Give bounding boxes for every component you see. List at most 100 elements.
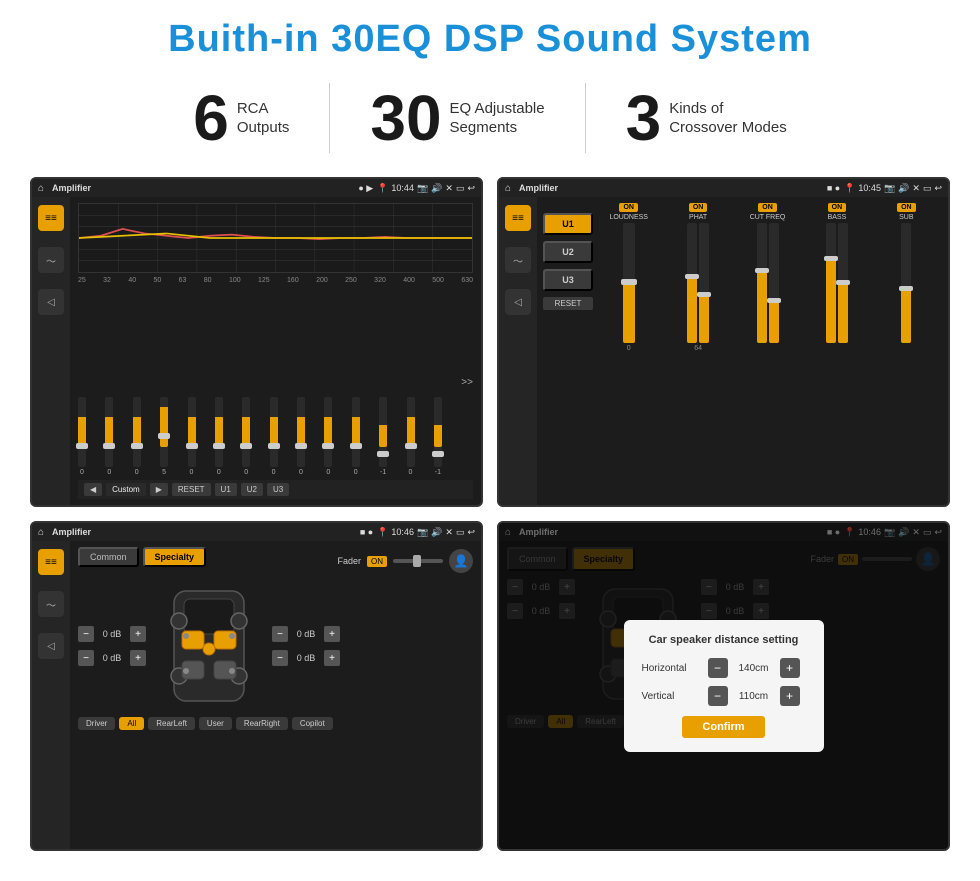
eq-icon-active[interactable]: ≡≡: [38, 205, 64, 231]
cutfreq-sliders: [757, 223, 779, 343]
loudness-label: LOUDNESS: [609, 214, 648, 221]
u3-btn[interactable]: U3: [543, 269, 593, 291]
crossover-channels: ON LOUDNESS 0 ON PH: [593, 203, 942, 499]
eq-slider-2[interactable]: 0: [105, 397, 113, 476]
u1-btn[interactable]: U1: [543, 213, 593, 235]
eq-u1-btn[interactable]: U1: [215, 483, 237, 496]
speaker-icon-wave[interactable]: 〜: [38, 591, 64, 617]
horizontal-plus-btn[interactable]: +: [780, 658, 800, 678]
sp-tab-specialty[interactable]: Specialty: [143, 547, 207, 567]
right-top-plus-btn[interactable]: +: [324, 626, 340, 642]
horizontal-minus-btn[interactable]: −: [708, 658, 728, 678]
crossover-status-icons: 📍 10:45 📷 🔊 ✕ ▭ ↩: [844, 183, 942, 194]
eq-slider-6[interactable]: 0: [215, 397, 223, 476]
eq-icon-wave[interactable]: 〜: [38, 247, 64, 273]
crossover-icon-wave[interactable]: 〜: [505, 247, 531, 273]
crossover-icon-speaker[interactable]: ◁: [505, 289, 531, 315]
left-top-minus-btn[interactable]: −: [78, 626, 94, 642]
eq-slider-13[interactable]: 0: [407, 397, 415, 476]
left-bottom-minus-btn[interactable]: −: [78, 650, 94, 666]
eq-play-btn[interactable]: ▶: [150, 483, 168, 496]
all-btn[interactable]: All: [119, 717, 144, 730]
eq-slider-7[interactable]: 0: [242, 397, 250, 476]
rearleft-btn[interactable]: RearLeft: [148, 717, 195, 730]
sp-tab-common[interactable]: Common: [78, 547, 139, 567]
crossover-reset-btn[interactable]: RESET: [543, 297, 593, 310]
distance-dialog: Car speaker distance setting Horizontal …: [624, 620, 824, 752]
stats-row: 6 RCAOutputs 30 EQ AdjustableSegments 3 …: [30, 83, 950, 153]
speaker-main-area: Common Specialty Fader ON 👤: [70, 541, 481, 849]
cutfreq-slider-1[interactable]: [757, 223, 767, 343]
copilot-btn[interactable]: Copilot: [292, 717, 333, 730]
crossover-sidebar: ≡≡ 〜 ◁: [499, 197, 537, 505]
eq-slider-1[interactable]: 0: [78, 397, 86, 476]
eq-slider-5[interactable]: 0: [188, 397, 196, 476]
eq-sidebar: ≡≡ 〜 ◁: [32, 197, 70, 505]
user-btn[interactable]: User: [199, 717, 232, 730]
left-top-plus-btn[interactable]: +: [130, 626, 146, 642]
home-icon: ⌂: [38, 183, 44, 194]
eq-icon-speaker[interactable]: ◁: [38, 289, 64, 315]
speaker-icon-vol[interactable]: ◁: [38, 633, 64, 659]
eq-slider-10[interactable]: 0: [324, 397, 332, 476]
speaker-icon-active[interactable]: ≡≡: [38, 549, 64, 575]
loudness-val: 0: [627, 345, 631, 352]
rearright-btn[interactable]: RearRight: [236, 717, 288, 730]
back-icon-2: ↩: [934, 183, 942, 194]
eq-reset-btn[interactable]: RESET: [172, 483, 211, 496]
eq-content-area: ≡≡ 〜 ◁: [32, 197, 481, 505]
phat-slider-2[interactable]: [699, 223, 709, 343]
eq-u3-btn[interactable]: U3: [267, 483, 289, 496]
profile-icon[interactable]: 👤: [449, 549, 473, 573]
eq-u2-btn[interactable]: U2: [241, 483, 263, 496]
stat-eq-number: 30: [370, 86, 441, 150]
bass-slider-2[interactable]: [838, 223, 848, 343]
x-icon-2: ✕: [912, 183, 920, 194]
left-db-controls: − 0 dB + − 0 dB +: [78, 626, 146, 666]
fader-slider[interactable]: [393, 559, 443, 563]
fader-row: Fader ON 👤: [337, 549, 473, 573]
bass-slider-1[interactable]: [826, 223, 836, 343]
eq-slider-4[interactable]: 5: [160, 397, 168, 476]
back-icon-3: ↩: [467, 527, 475, 538]
u2-btn[interactable]: U2: [543, 241, 593, 263]
eq-preset-label[interactable]: Custom: [106, 483, 146, 496]
back-icon: ↩: [467, 183, 475, 194]
fader-on-badge: ON: [367, 556, 387, 567]
horizontal-value: 140cm: [734, 663, 774, 674]
eq-slider-12[interactable]: -1: [379, 397, 387, 476]
eq-slider-14[interactable]: -1: [434, 397, 442, 476]
eq-prev-btn[interactable]: ◀: [84, 483, 102, 496]
right-db-controls: − 0 dB + − 0 dB +: [272, 626, 340, 666]
crossover-icon-active[interactable]: ≡≡: [505, 205, 531, 231]
eq-bottom-bar: ◀ Custom ▶ RESET U1 U2 U3: [78, 480, 473, 499]
stat-crossover-label: Kinds ofCrossover Modes: [669, 99, 787, 138]
sub-slider[interactable]: [901, 223, 911, 343]
speaker-bottom-buttons: Driver All RearLeft User RearRight Copil…: [78, 717, 473, 730]
vertical-minus-btn[interactable]: −: [708, 686, 728, 706]
confirm-button[interactable]: Confirm: [682, 716, 764, 738]
speaker-status-bar: ⌂ Amplifier ■ ● 📍 10:46 📷 🔊 ✕ ▭ ↩: [32, 523, 481, 541]
screenshots-grid: ⌂ Amplifier ● ▶ 📍 10:44 📷 🔊 ✕ ▭ ↩ ≡≡ 〜 ◁: [30, 177, 950, 851]
eq-slider-3[interactable]: 0: [133, 397, 141, 476]
location-icon-2: 📍: [844, 183, 855, 194]
left-bottom-plus-btn[interactable]: +: [130, 650, 146, 666]
eq-slider-9[interactable]: 0: [297, 397, 305, 476]
eq-slider-8[interactable]: 0: [270, 397, 278, 476]
eq-scroll-right[interactable]: >>: [461, 377, 473, 388]
eq-slider-11[interactable]: 0: [352, 397, 360, 476]
right-top-minus-btn[interactable]: −: [272, 626, 288, 642]
phat-slider-1[interactable]: [687, 223, 697, 343]
eq-main-area: 253240506380100125160200250320400500630 …: [70, 197, 481, 505]
right-bottom-minus-btn[interactable]: −: [272, 650, 288, 666]
driver-btn[interactable]: Driver: [78, 717, 115, 730]
bass-channel: ON BASS: [805, 203, 868, 352]
loudness-slider[interactable]: [623, 223, 635, 343]
right-bottom-plus-btn[interactable]: +: [324, 650, 340, 666]
cutfreq-slider-2[interactable]: [769, 223, 779, 343]
right-top-db-val: 0 dB: [292, 629, 320, 639]
phat-on-badge: ON: [689, 203, 708, 212]
bass-sliders: [826, 223, 848, 343]
vertical-plus-btn[interactable]: +: [780, 686, 800, 706]
phat-channel: ON PHAT: [666, 203, 729, 352]
